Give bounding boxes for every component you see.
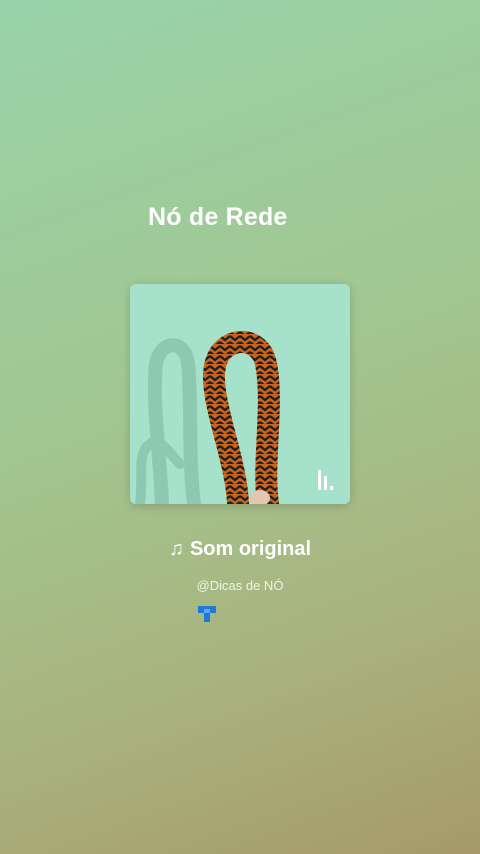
blue-tag-icon xyxy=(198,606,216,622)
sound-cover[interactable] xyxy=(130,284,350,504)
sound-name-row[interactable]: ♫ Som original xyxy=(0,538,480,561)
audio-screen: Nó de Rede ♫ Som original @Dicas de NÓ xyxy=(0,0,480,854)
knot-rope-photo xyxy=(130,284,350,504)
music-note-icon: ♫ xyxy=(168,538,184,560)
video-title: Nó de Rede xyxy=(148,203,288,231)
sound-name: Som original xyxy=(189,538,312,560)
sound-author[interactable]: @Dicas de NÓ xyxy=(0,578,480,593)
